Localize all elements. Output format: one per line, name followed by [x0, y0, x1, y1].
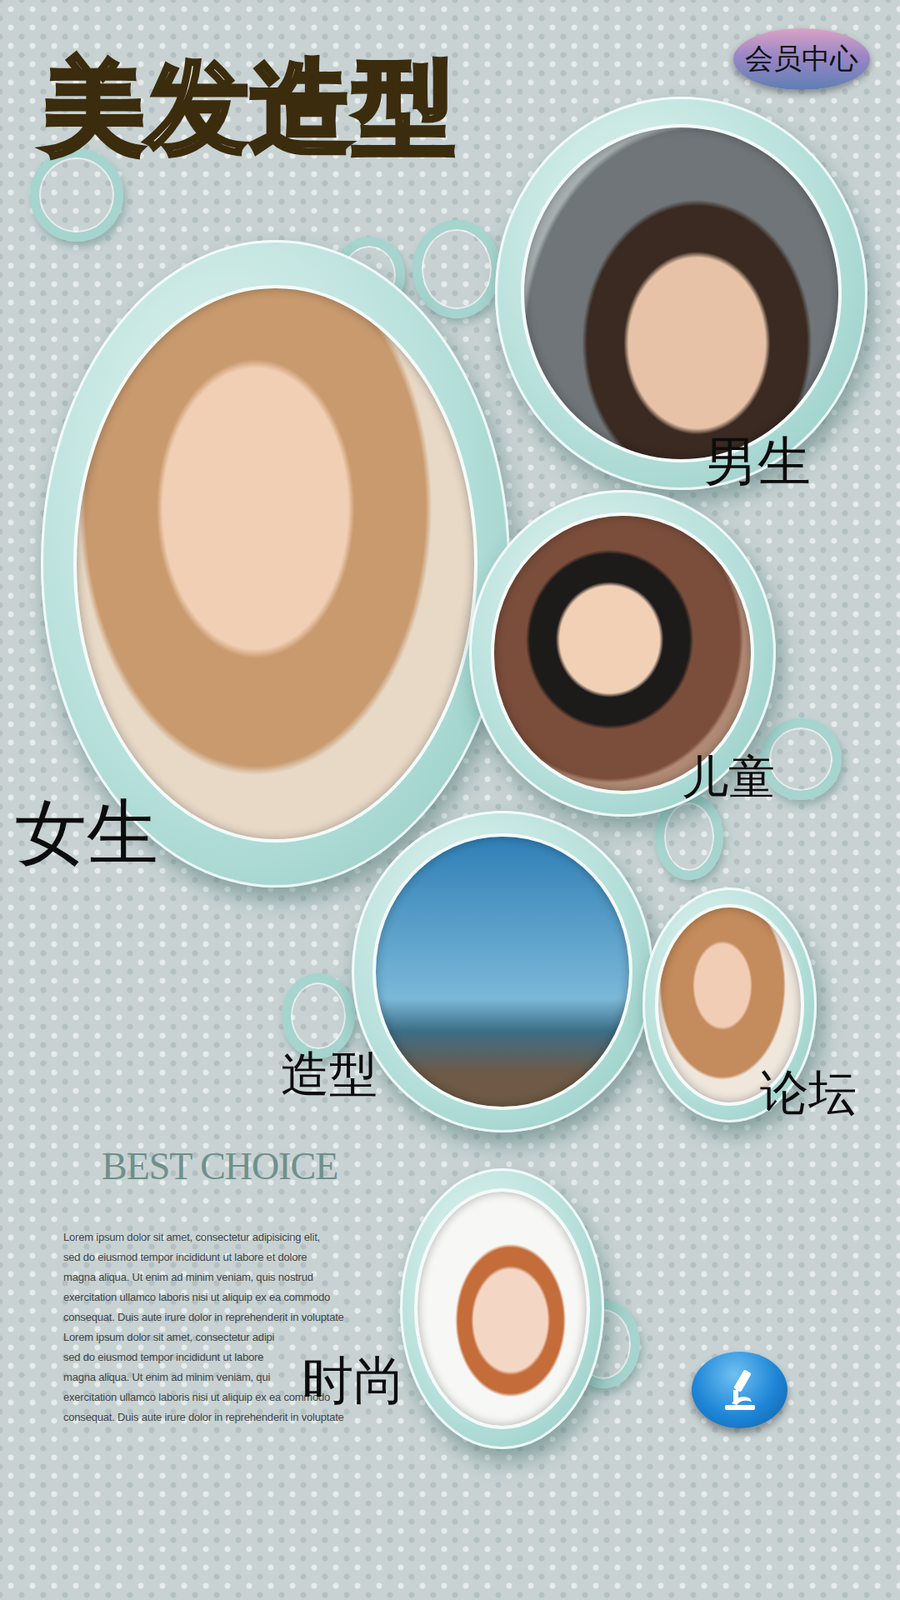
- decor-ring: [281, 973, 355, 1059]
- promo-line: exercitation ullamco laboris nisi ut ali…: [63, 1287, 345, 1308]
- category-photo[interactable]: [414, 1188, 590, 1430]
- category-label[interactable]: 男生: [704, 435, 811, 489]
- category-ring[interactable]: [40, 240, 510, 888]
- category-label[interactable]: 女生: [15, 796, 159, 869]
- category-photo[interactable]: [73, 285, 477, 842]
- category-photo[interactable]: [520, 124, 841, 463]
- promo-line: consequat. Duis aute irure dolor in repr…: [63, 1407, 345, 1428]
- member-center-button[interactable]: 会员中心: [733, 28, 870, 90]
- category-ring[interactable]: [351, 810, 654, 1133]
- category-photo[interactable]: [372, 833, 632, 1110]
- category-label[interactable]: 造型: [280, 1050, 378, 1099]
- top-bar: 美发造型 会员中心: [0, 0, 900, 164]
- decor-ring: [412, 220, 501, 319]
- app-screen: 美发造型 会员中心男生儿童女生造型 论坛时尚 BEST CHOICE Lorem ips…: [0, 0, 900, 1600]
- promo-line: Lorem ipsum dolor sit amet, consectetur …: [63, 1227, 345, 1248]
- category-label[interactable]: 论坛: [760, 1068, 857, 1117]
- category-label[interactable]: 时尚: [301, 1355, 405, 1407]
- promo-line: consequat. Duis aute irure dolor in repr…: [63, 1307, 345, 1328]
- category-ring[interactable]: [495, 96, 868, 490]
- promo-line: magna aliqua. Ut enim ad minim veniam, q…: [63, 1267, 345, 1288]
- category-label[interactable]: 儿童: [681, 754, 775, 801]
- promo-line: sed do eiusmod tempor incididunt ut labo…: [63, 1247, 345, 1268]
- microscope-icon: [715, 1365, 765, 1415]
- promo-line: Lorem ipsum dolor sit amet, consectetur …: [63, 1327, 345, 1348]
- promo-heading: BEST CHOICE: [101, 1143, 345, 1190]
- category-photo[interactable]: [490, 512, 755, 794]
- search-button[interactable]: [691, 1351, 788, 1429]
- app-title: 美发造型: [43, 51, 457, 164]
- category-ring[interactable]: [400, 1168, 605, 1450]
